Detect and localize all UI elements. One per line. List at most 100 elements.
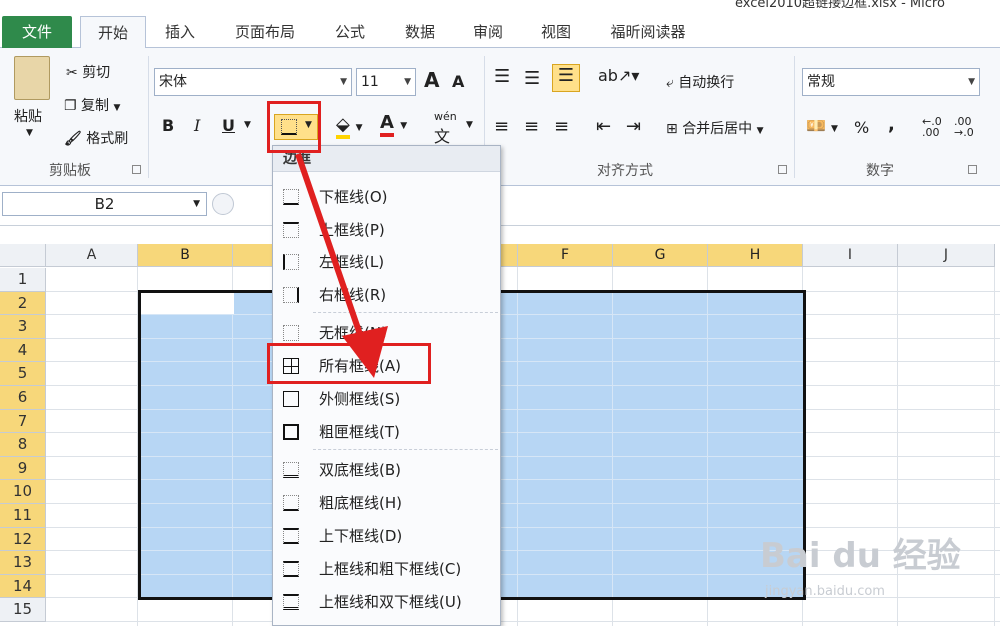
row-header-10[interactable]: 10 [0, 480, 46, 504]
merge-center-button[interactable]: ⊞ 合并后居中 ▼ [666, 118, 764, 138]
row-header-5[interactable]: 5 [0, 362, 46, 386]
select-all-corner[interactable] [0, 244, 46, 267]
font-color-button[interactable]: A ▼ [380, 112, 407, 137]
selection-gridline [707, 293, 708, 597]
accounting-format-button[interactable]: 💴 ▼ [806, 116, 838, 135]
decrease-decimal-icon[interactable]: .00 →.0 [954, 116, 974, 138]
column-header-a[interactable]: A [46, 244, 138, 267]
increase-indent-icon[interactable]: ⇥ [626, 116, 641, 137]
column-header-g[interactable]: G [613, 244, 708, 267]
orientation-icon[interactable]: ab↗▾ [598, 66, 639, 85]
active-cell[interactable] [141, 293, 234, 314]
percent-button[interactable]: % [854, 118, 869, 137]
tab-page-layout[interactable]: 页面布局 [225, 20, 305, 48]
tab-file[interactable]: 文件 [2, 16, 72, 48]
clipboard-launcher-icon[interactable] [132, 165, 141, 174]
separator [794, 56, 795, 178]
tab-home[interactable]: 开始 [80, 16, 146, 49]
menu-item-border-thick-box[interactable]: 粗匣框线(T) [273, 417, 500, 447]
window-title: excel2010超链接边框.xlsx - Micro [735, 0, 945, 8]
number-format-select[interactable]: 常规 ▼ [802, 68, 980, 96]
align-top-icon[interactable]: ☰ [494, 66, 510, 87]
tab-foxit-reader[interactable]: 福昕阅读器 [598, 20, 698, 48]
row-header-13[interactable]: 13 [0, 551, 46, 575]
paste-dropdown-arrow[interactable]: ▼ [26, 128, 33, 138]
tab-data[interactable]: 数据 [392, 20, 448, 48]
baidu-watermark-logo: Bai du 经验 [760, 536, 961, 576]
underline-dropdown-arrow[interactable]: ▼ [244, 120, 251, 130]
menu-item-border-thick-bottom[interactable]: 粗底框线(H) [273, 488, 500, 518]
decrease-indent-icon[interactable]: ⇤ [596, 116, 611, 137]
selection-gridline [232, 293, 233, 597]
font-size-select[interactable]: 11 ▼ [356, 68, 416, 96]
font-name-select[interactable]: 宋体 ▼ [154, 68, 352, 96]
menu-item-label: 外侧框线(S) [319, 390, 401, 408]
column-header-j[interactable]: J [898, 244, 995, 267]
row-header-11[interactable]: 11 [0, 504, 46, 528]
grow-font-button[interactable]: A [424, 68, 439, 92]
tab-review[interactable]: 审阅 [460, 20, 516, 48]
menu-item-border-top-thick-bottom[interactable]: 上框线和粗下框线(C) [273, 554, 500, 584]
formula-bar-splitter[interactable] [212, 193, 234, 215]
menu-item-label: 双底框线(B) [319, 461, 401, 479]
font-size-value: 11 [361, 74, 379, 90]
row-header-2[interactable]: 2 [0, 291, 46, 316]
row-header-1[interactable]: 1 [0, 268, 46, 292]
row-header-12[interactable]: 12 [0, 527, 46, 552]
number-launcher-icon[interactable] [968, 165, 977, 174]
align-bottom-icon[interactable]: ☰ [552, 64, 580, 92]
paste-button[interactable]: 粘贴 [14, 106, 42, 126]
bold-button[interactable]: B [162, 116, 174, 135]
menu-item-label: 上框线和粗下框线(C) [319, 560, 462, 578]
copy-button[interactable]: ❐ 复制 ▼ [64, 95, 120, 115]
cut-button[interactable]: ✂ 剪切 [66, 62, 110, 82]
tab-insert[interactable]: 插入 [155, 20, 205, 48]
phonetic-button[interactable]: wén 文 [434, 110, 457, 147]
wrap-text-button[interactable]: ⤶ 自动换行 [666, 72, 734, 92]
chevron-down-icon: ▼ [404, 77, 411, 87]
increase-decimal-icon[interactable]: ←.0.00 [922, 116, 942, 138]
title-bar: excel2010超链接边框.xlsx - Micro [0, 0, 1000, 8]
name-box[interactable]: B2 ▼ [2, 192, 207, 216]
row-header-3[interactable]: 3 [0, 315, 46, 339]
column-header-h[interactable]: H [708, 244, 803, 267]
menu-item-border-top-bottom[interactable]: 上下框线(D) [273, 521, 500, 551]
alignment-group-label: 对齐方式 [597, 163, 653, 179]
shrink-font-button[interactable]: A [452, 72, 464, 91]
italic-button[interactable]: I [194, 116, 200, 135]
row-header-7[interactable]: 7 [0, 409, 46, 434]
align-left-icon[interactable]: ≡ [494, 116, 509, 137]
menu-item-border-outside[interactable]: 外侧框线(S) [273, 384, 500, 414]
align-right-icon[interactable]: ≡ [554, 116, 569, 137]
border-outside-icon [283, 391, 299, 407]
column-header-b[interactable]: B [138, 244, 233, 267]
number-group-label: 数字 [866, 163, 894, 179]
paste-icon[interactable] [14, 56, 50, 100]
font-color-icon: A [380, 112, 394, 137]
menu-item-border-top-double-bottom[interactable]: 上框线和双下框线(U) [273, 587, 500, 617]
menu-item-border-double-bottom[interactable]: 双底框线(B) [273, 455, 500, 485]
align-middle-icon[interactable]: ☰ [524, 68, 540, 89]
fill-color-button[interactable]: ⬙ ▼ [336, 114, 363, 139]
border-thick-bottom-icon [283, 495, 299, 511]
phonetic-label: wén [434, 110, 457, 123]
wrap-text-label: 自动换行 [678, 75, 735, 91]
phonetic-dropdown-arrow[interactable]: ▼ [466, 120, 473, 130]
selection-gridline [517, 293, 518, 597]
row-header-14[interactable]: 14 [0, 574, 46, 599]
align-center-icon[interactable]: ≡ [524, 116, 539, 137]
underline-button[interactable]: U [222, 116, 235, 135]
row-header-6[interactable]: 6 [0, 386, 46, 410]
column-header-i[interactable]: I [803, 244, 898, 267]
tab-view[interactable]: 视图 [528, 20, 584, 48]
comma-button[interactable]: , [888, 114, 895, 135]
row-header-8[interactable]: 8 [0, 433, 46, 457]
format-painter-button[interactable]: 🖌 格式刷 [64, 128, 128, 148]
alignment-launcher-icon[interactable] [778, 165, 787, 174]
row-header-15[interactable]: 15 [0, 598, 46, 622]
row-header-4[interactable]: 4 [0, 338, 46, 363]
tab-formulas[interactable]: 公式 [322, 20, 378, 48]
phonetic-icon: 文 [434, 127, 451, 146]
column-header-f[interactable]: F [518, 244, 613, 267]
row-header-9[interactable]: 9 [0, 456, 46, 481]
